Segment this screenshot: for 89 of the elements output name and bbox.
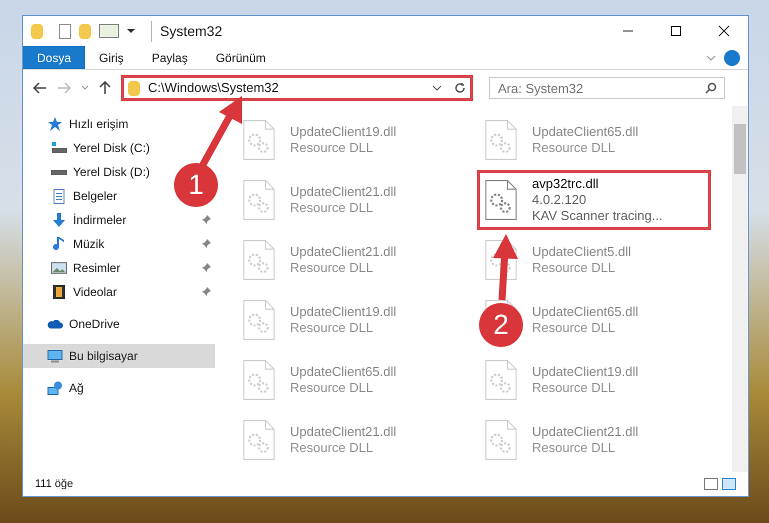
file-detail: 4.0.2.120 xyxy=(532,192,588,208)
dll-file-icon xyxy=(242,240,276,280)
pin-icon[interactable] xyxy=(201,287,211,297)
details-view-icon[interactable] xyxy=(704,478,718,490)
file-detail: Resource DLL xyxy=(532,320,616,336)
file-item[interactable]: avp32trc.dll 4.0.2.120 KAV Scanner tracing... xyxy=(477,170,711,230)
help-icon[interactable] xyxy=(724,50,740,66)
file-detail: Resource DLL xyxy=(290,440,374,456)
file-detail: Resource DLL xyxy=(532,260,616,276)
ribbon-tab[interactable]: Dosya xyxy=(23,46,86,69)
sidebar-item[interactable]: Yerel Disk (D:) xyxy=(23,160,158,184)
dll-file-icon xyxy=(484,360,518,400)
file-name: UpdateClient21.dll xyxy=(290,244,396,260)
document-icon xyxy=(53,188,65,204)
scrollbar[interactable] xyxy=(732,106,748,472)
address-field[interactable]: C:\Windows\System32 xyxy=(121,75,473,101)
dll-file-icon xyxy=(484,420,518,460)
file-detail: Resource DLL xyxy=(290,380,374,396)
caret-icon[interactable] xyxy=(127,29,135,33)
view-icon[interactable] xyxy=(99,24,119,38)
pin-icon[interactable] xyxy=(201,263,211,273)
file-detail: KAV Scanner tracing... xyxy=(532,208,663,224)
drive-icon xyxy=(51,170,67,174)
item-count: 111 öğe xyxy=(35,476,74,492)
dll-file-icon xyxy=(242,120,276,160)
dll-file-icon xyxy=(484,120,518,160)
ribbon-tab[interactable]: Görünüm xyxy=(202,46,280,69)
file-name: UpdateClient19.dll xyxy=(290,304,396,320)
ribbon-tab[interactable]: Giriş xyxy=(85,46,138,69)
sidebar-item[interactable]: Resimler xyxy=(23,256,215,280)
music-note-icon xyxy=(53,236,65,252)
file-name: UpdateClient21.dll xyxy=(532,424,638,440)
dll-file-icon xyxy=(242,300,276,340)
file-name: UpdateClient21.dll xyxy=(290,184,396,200)
search-field[interactable]: Ara: System32 xyxy=(489,77,725,99)
file-name: UpdateClient5.dll xyxy=(532,244,632,260)
window-title: System32 xyxy=(151,20,222,42)
file-detail: Resource DLL xyxy=(290,320,374,336)
chevron-icon[interactable] xyxy=(432,85,442,91)
file-name: UpdateClient65.dll xyxy=(532,304,638,320)
sidebar-item[interactable]: Ağ xyxy=(23,376,92,400)
minimize-icon[interactable] xyxy=(622,30,634,32)
up-arrow-icon[interactable] xyxy=(99,81,111,95)
dll-file-icon xyxy=(242,180,276,220)
close-icon[interactable] xyxy=(718,25,730,37)
maximize-icon[interactable] xyxy=(670,25,682,37)
properties-icon[interactable] xyxy=(59,24,71,38)
star-icon xyxy=(47,116,63,132)
picture-icon xyxy=(51,262,67,274)
file-name: avp32trc.dll xyxy=(532,176,600,192)
cloud-icon xyxy=(47,320,63,328)
sidebar-item[interactable]: Müzik xyxy=(23,232,215,256)
file-detail: Resource DLL xyxy=(290,260,374,276)
network-icon xyxy=(47,381,63,395)
refresh-icon[interactable] xyxy=(454,82,466,94)
file-name: UpdateClient65.dll xyxy=(532,124,638,140)
sidebar-item[interactable]: Videolar xyxy=(23,280,215,304)
sidebar-item[interactable]: Hızlı erişim xyxy=(23,112,136,136)
sidebar-item[interactable]: Yerel Disk (C:) xyxy=(23,136,158,160)
file-detail: Resource DLL xyxy=(532,440,616,456)
sidebar-item[interactable]: OneDrive xyxy=(23,312,128,336)
sidebar-item[interactable]: Belgeler xyxy=(23,184,126,208)
file-name: UpdateClient65.dll xyxy=(290,364,396,380)
file-name: UpdateClient21.dll xyxy=(290,424,396,440)
annotation-arrow xyxy=(493,234,518,300)
folder-icon xyxy=(128,80,140,96)
back-arrow-icon[interactable] xyxy=(33,82,47,94)
forward-arrow-icon[interactable] xyxy=(57,82,71,94)
dll-file-icon xyxy=(484,180,518,220)
address-path: C:\Windows\System32 xyxy=(148,79,279,98)
file-detail: Resource DLL xyxy=(532,140,616,156)
ribbon-tab[interactable]: Paylaş xyxy=(138,46,202,69)
tiles-view-icon[interactable] xyxy=(722,478,736,490)
drive-icon xyxy=(51,142,67,154)
pin-icon[interactable] xyxy=(201,239,211,249)
film-icon xyxy=(53,285,65,299)
file-detail: Resource DLL xyxy=(290,140,374,156)
file-detail: Resource DLL xyxy=(290,200,374,216)
search-icon xyxy=(705,82,717,94)
sidebar-item[interactable]: İndirmeler xyxy=(23,208,215,232)
pin-icon[interactable] xyxy=(201,215,211,225)
computer-icon xyxy=(47,350,63,362)
file-name: UpdateClient19.dll xyxy=(290,124,396,140)
sidebar-item[interactable]: Bu bilgisayar xyxy=(23,344,215,368)
down-arrow-icon xyxy=(52,213,66,227)
dll-file-icon xyxy=(242,420,276,460)
dll-file-icon xyxy=(242,360,276,400)
file-detail: Resource DLL xyxy=(532,380,616,396)
file-name: UpdateClient19.dll xyxy=(532,364,638,380)
